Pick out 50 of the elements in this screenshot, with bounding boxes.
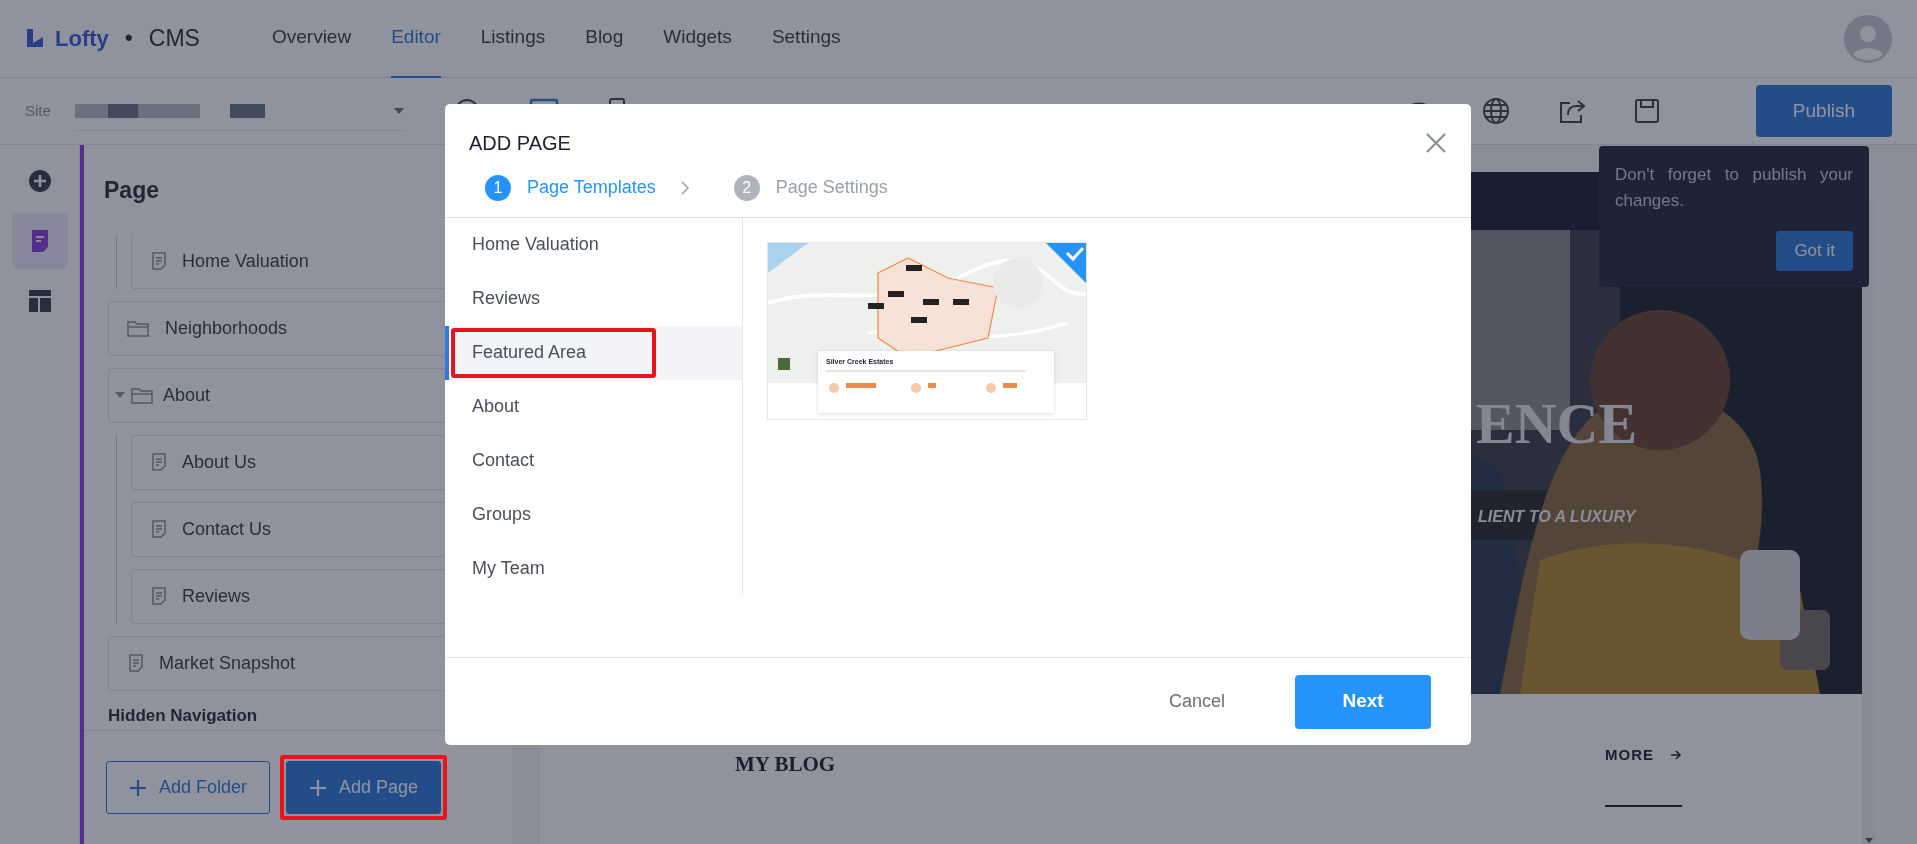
caret-icon: [392, 106, 405, 115]
add-folder-button[interactable]: Add Folder: [106, 761, 271, 814]
item-label: Reviews: [182, 584, 251, 608]
close-icon[interactable]: [1425, 132, 1447, 154]
item-label: About Us: [182, 450, 257, 474]
nav-tab[interactable]: Blog: [585, 0, 624, 80]
item-label: Market Snapshot: [159, 651, 296, 675]
chevron-right-icon: [679, 179, 690, 196]
add-page-button[interactable]: Add Page: [286, 761, 442, 814]
add-icon: [26, 168, 53, 194]
nav-tab[interactable]: Listings: [480, 0, 546, 80]
step-number: 2: [733, 174, 760, 201]
product-name: CMS: [148, 24, 200, 54]
logo[interactable]: Lofty: [55, 22, 109, 55]
separator: •: [124, 24, 133, 54]
cancel-button[interactable]: Cancel: [1162, 687, 1231, 716]
site-label: Site: [25, 100, 51, 121]
item-label: Home Valuation: [182, 249, 309, 273]
page-button[interactable]: [11, 213, 68, 269]
more-link[interactable]: MORE: [1605, 744, 1682, 807]
arrow-right-icon: [1670, 749, 1682, 762]
page-icon: [150, 587, 166, 605]
dialog-title: ADD PAGE: [469, 131, 571, 156]
nav-tab[interactable]: Settings: [771, 0, 841, 80]
share-icon[interactable]: [1558, 97, 1586, 125]
nav-tab[interactable]: Overview: [271, 0, 352, 80]
step-label[interactable]: Page Templates: [527, 174, 656, 201]
page-icon: [150, 252, 166, 270]
step-label[interactable]: Page Settings: [775, 174, 888, 201]
layout-icon: [26, 288, 53, 314]
item-label: Contact Us: [182, 517, 272, 541]
save-icon[interactable]: [1634, 98, 1660, 124]
panel-title: Page: [104, 177, 159, 203]
folder-icon: [127, 319, 149, 337]
step-number: 1: [485, 174, 511, 201]
globe-icon[interactable]: [1482, 97, 1510, 125]
page-icon: [150, 453, 166, 471]
folder-icon: [131, 386, 153, 404]
plus-icon: [309, 778, 328, 797]
tooltip-text: Don't forget to publish your changes.: [1615, 164, 1853, 213]
item-label: Neighborhoods: [165, 316, 288, 340]
scroll-down-icon: [1864, 838, 1874, 844]
plus-icon: [129, 778, 147, 797]
page-icon: [150, 520, 166, 538]
publish-button[interactable]: Publish: [1756, 85, 1892, 137]
page-icon: [127, 654, 143, 672]
nav-tab[interactable]: Widgets: [663, 0, 732, 80]
blog-heading: MY BLOG: [735, 751, 836, 778]
section-heading: Hidden Navigation: [108, 704, 259, 725]
item-label: About: [163, 383, 211, 407]
